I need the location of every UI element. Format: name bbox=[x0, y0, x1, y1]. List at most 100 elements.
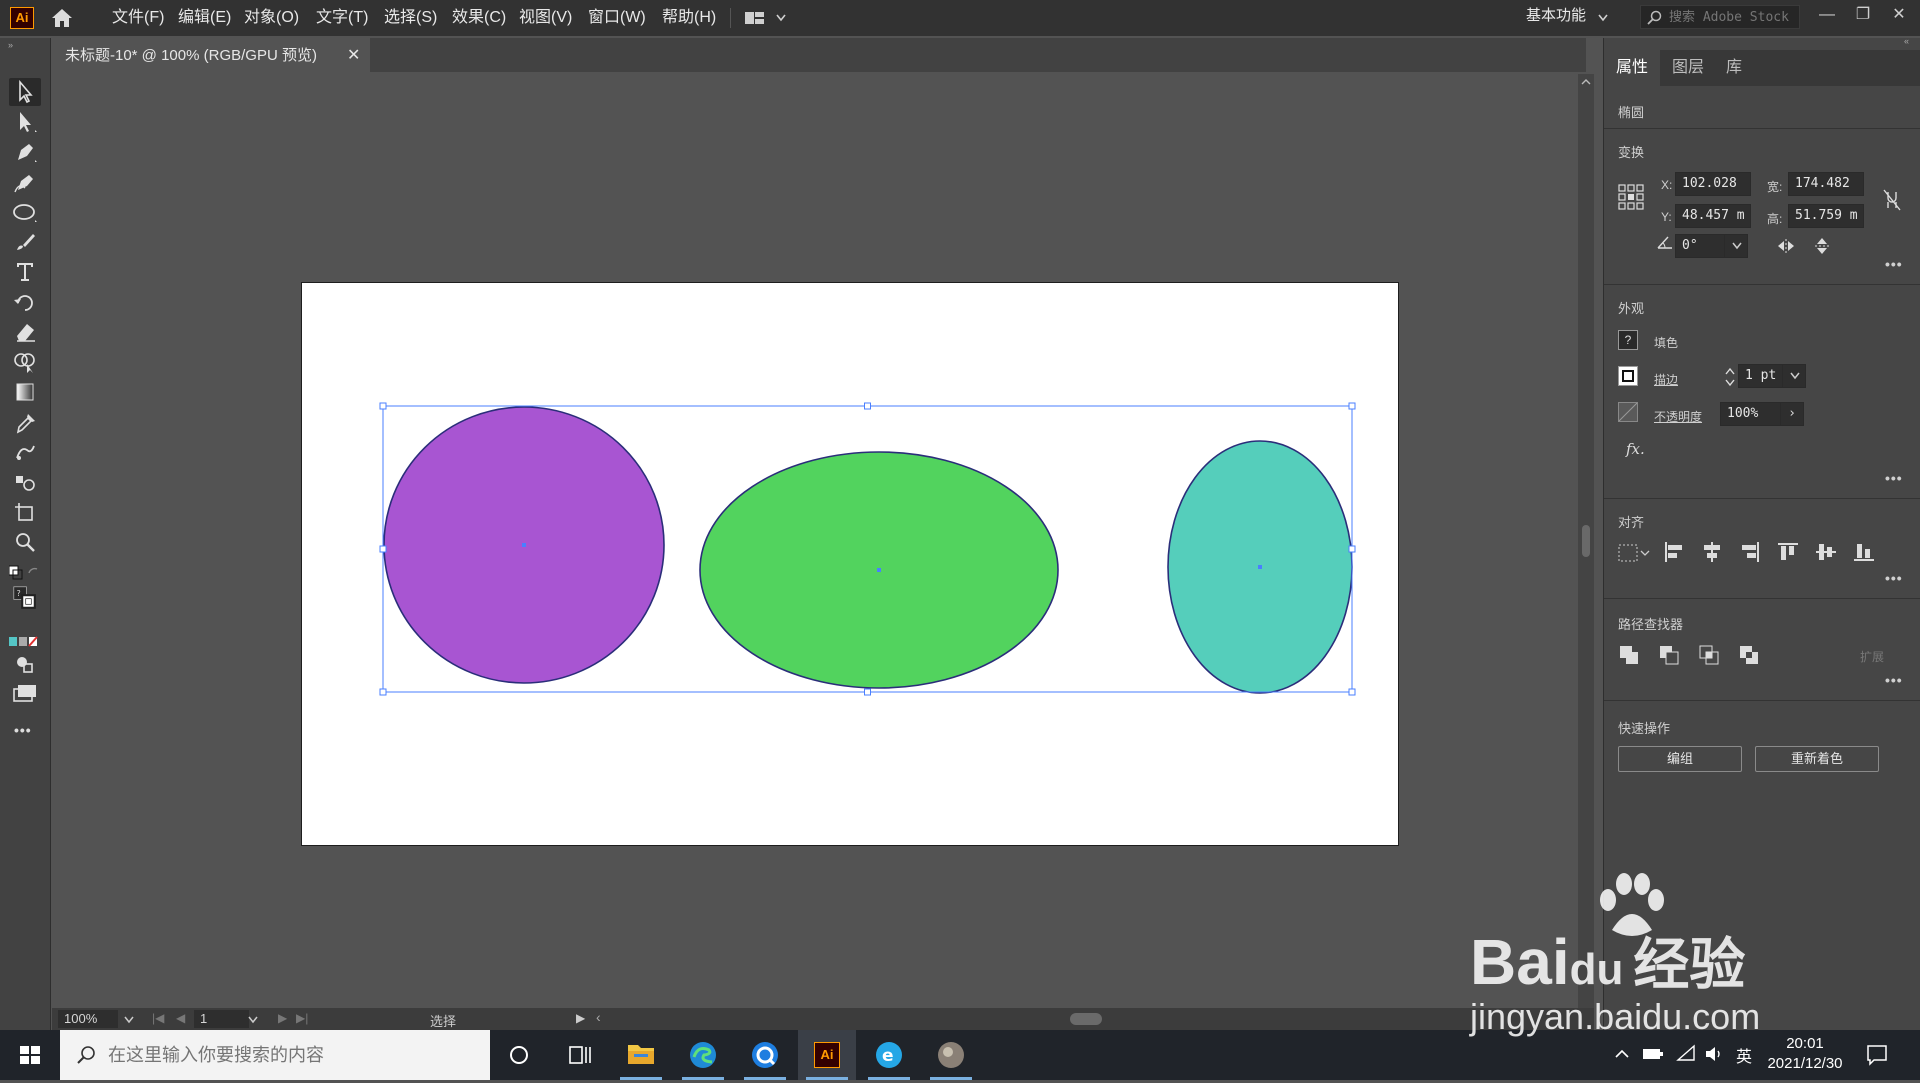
ellipse-tool[interactable] bbox=[9, 198, 41, 226]
taskbar-photo-app[interactable] bbox=[922, 1030, 980, 1080]
align-more-options[interactable]: ••• bbox=[1885, 570, 1903, 586]
opacity-icon[interactable] bbox=[1618, 402, 1638, 422]
scroll-left-icon[interactable]: ‹ bbox=[596, 1009, 601, 1025]
effects-fx-icon[interactable]: fx. bbox=[1626, 440, 1645, 458]
artboard[interactable] bbox=[301, 282, 1399, 846]
taskbar-edge[interactable] bbox=[674, 1030, 732, 1080]
vertical-scrollbar-thumb[interactable] bbox=[1582, 525, 1590, 557]
menu-select[interactable]: 选择(S) bbox=[384, 0, 437, 36]
stroke-weight-stepper-icon[interactable] bbox=[1724, 366, 1736, 388]
chevron-down-icon[interactable] bbox=[1598, 14, 1608, 22]
ime-indicator[interactable]: 英 bbox=[1736, 1043, 1752, 1067]
x-position-field[interactable]: 102.028 bbox=[1675, 172, 1751, 196]
horizontal-scrollbar-thumb[interactable] bbox=[1070, 1013, 1102, 1025]
taskbar-search-box[interactable] bbox=[60, 1030, 490, 1080]
restore-button[interactable]: ❐ bbox=[1848, 2, 1878, 28]
stroke-weight-field[interactable]: 1 pt bbox=[1738, 364, 1784, 388]
stock-search-input[interactable] bbox=[1669, 8, 1794, 26]
windows-start-icon[interactable] bbox=[0, 1030, 60, 1080]
artwork-layer[interactable] bbox=[302, 283, 1398, 845]
selection-handle[interactable] bbox=[1348, 545, 1356, 553]
transform-more-options[interactable]: ••• bbox=[1885, 256, 1903, 272]
last-artboard-icon[interactable]: ▶| bbox=[296, 1011, 308, 1025]
next-artboard-icon[interactable]: ▶ bbox=[278, 1011, 287, 1025]
shape-builder-tool[interactable] bbox=[9, 348, 41, 376]
chevron-down-icon[interactable] bbox=[248, 1016, 258, 1024]
pathfinder-expand-button[interactable]: 扩展 bbox=[1860, 648, 1884, 665]
menu-file[interactable]: 文件(F) bbox=[112, 0, 164, 36]
edit-toolbar-more-icon[interactable]: ••• bbox=[14, 722, 32, 738]
rotation-dropdown[interactable] bbox=[1724, 234, 1748, 258]
status-menu-icon[interactable]: ▶ bbox=[576, 1011, 585, 1025]
align-horizontal-center-icon[interactable] bbox=[1700, 540, 1724, 564]
selection-handle[interactable] bbox=[379, 402, 387, 410]
align-to-selection-icon[interactable] bbox=[1618, 542, 1650, 564]
taskbar-file-explorer[interactable] bbox=[612, 1030, 670, 1080]
close-window-button[interactable]: ✕ bbox=[1884, 2, 1914, 28]
selection-handle[interactable] bbox=[1348, 402, 1356, 410]
pathfinder-minus-front-icon[interactable] bbox=[1658, 644, 1680, 666]
align-left-icon[interactable] bbox=[1662, 540, 1686, 564]
screen-mode-tool[interactable] bbox=[9, 680, 41, 708]
pathfinder-more-options[interactable]: ••• bbox=[1885, 672, 1903, 688]
height-field[interactable]: 51.759 m bbox=[1788, 204, 1864, 228]
taskbar-search-input[interactable] bbox=[108, 1042, 478, 1068]
collapse-toolbar-icon[interactable]: » bbox=[8, 40, 13, 50]
pen-tool[interactable] bbox=[9, 138, 41, 166]
chevron-down-icon[interactable] bbox=[776, 14, 786, 22]
menu-object[interactable]: 对象(O) bbox=[244, 0, 299, 36]
eraser-tool[interactable] bbox=[9, 318, 41, 346]
volume-icon[interactable] bbox=[1704, 1044, 1724, 1064]
document-tab[interactable]: 未标题-10* @ 100% (RGB/GPU 预览) ✕ bbox=[52, 38, 370, 74]
task-view-icon[interactable] bbox=[550, 1030, 608, 1080]
selection-tool[interactable] bbox=[9, 78, 41, 106]
selection-handle[interactable] bbox=[379, 688, 387, 696]
rotation-angle-field[interactable]: 0° bbox=[1675, 234, 1725, 258]
workspace-switcher[interactable]: 基本功能 bbox=[1526, 0, 1586, 36]
curvature-tool[interactable] bbox=[9, 168, 41, 196]
align-top-icon[interactable] bbox=[1776, 540, 1800, 564]
color-mode-buttons[interactable] bbox=[9, 628, 41, 647]
opacity-label[interactable]: 不透明度 bbox=[1654, 408, 1702, 425]
collapse-panel-icon[interactable]: « bbox=[1904, 36, 1909, 46]
menu-type[interactable]: 文字(T) bbox=[316, 0, 368, 36]
chevron-down-icon[interactable] bbox=[124, 1016, 134, 1024]
artboard-number-field[interactable]: 1 bbox=[194, 1010, 249, 1028]
reference-point-icon[interactable] bbox=[1618, 184, 1644, 210]
selection-handle[interactable] bbox=[864, 402, 871, 410]
gradient-tool[interactable] bbox=[9, 378, 41, 406]
pathfinder-unite-icon[interactable] bbox=[1618, 644, 1640, 666]
selection-handle[interactable] bbox=[379, 545, 387, 553]
selection-handle[interactable] bbox=[864, 688, 871, 696]
fill-stroke-indicator[interactable]: ? bbox=[9, 584, 41, 624]
stroke-label[interactable]: 描边 bbox=[1654, 371, 1678, 388]
cortana-icon[interactable] bbox=[490, 1030, 548, 1080]
selection-handle[interactable] bbox=[1348, 688, 1356, 696]
home-icon[interactable] bbox=[50, 8, 74, 28]
taskbar-illustrator[interactable]: Ai bbox=[798, 1030, 856, 1080]
pathfinder-intersect-icon[interactable] bbox=[1698, 644, 1720, 666]
stroke-weight-dropdown[interactable] bbox=[1782, 364, 1806, 388]
prev-artboard-icon[interactable]: ◀ bbox=[176, 1011, 185, 1025]
menu-view[interactable]: 视图(V) bbox=[519, 0, 572, 36]
appearance-more-options[interactable]: ••• bbox=[1885, 470, 1903, 486]
wifi-icon[interactable] bbox=[1676, 1044, 1696, 1064]
tab-libraries[interactable]: 库 bbox=[1726, 50, 1742, 86]
direct-selection-tool[interactable] bbox=[9, 108, 41, 136]
battery-icon[interactable] bbox=[1642, 1046, 1664, 1062]
group-button[interactable]: 编组 bbox=[1618, 746, 1742, 772]
menu-effect[interactable]: 效果(C) bbox=[452, 0, 506, 36]
taskbar-ie[interactable]: e bbox=[860, 1030, 918, 1080]
y-position-field[interactable]: 48.457 m bbox=[1675, 204, 1751, 228]
opacity-field[interactable]: 100% bbox=[1720, 402, 1782, 426]
fill-swatch-unknown-icon[interactable]: ? bbox=[1618, 330, 1638, 350]
stock-search-box[interactable] bbox=[1640, 5, 1800, 29]
arrange-documents-icon[interactable] bbox=[745, 10, 769, 26]
tab-layers[interactable]: 图层 bbox=[1672, 50, 1704, 86]
close-tab-icon[interactable]: ✕ bbox=[347, 38, 360, 74]
menu-edit[interactable]: 编辑(E) bbox=[178, 0, 231, 36]
minimize-button[interactable]: — bbox=[1812, 2, 1842, 28]
taskbar-app-blue[interactable] bbox=[736, 1030, 794, 1080]
opacity-expand-icon[interactable]: › bbox=[1780, 402, 1804, 426]
puppet-warp-tool[interactable] bbox=[9, 438, 41, 466]
